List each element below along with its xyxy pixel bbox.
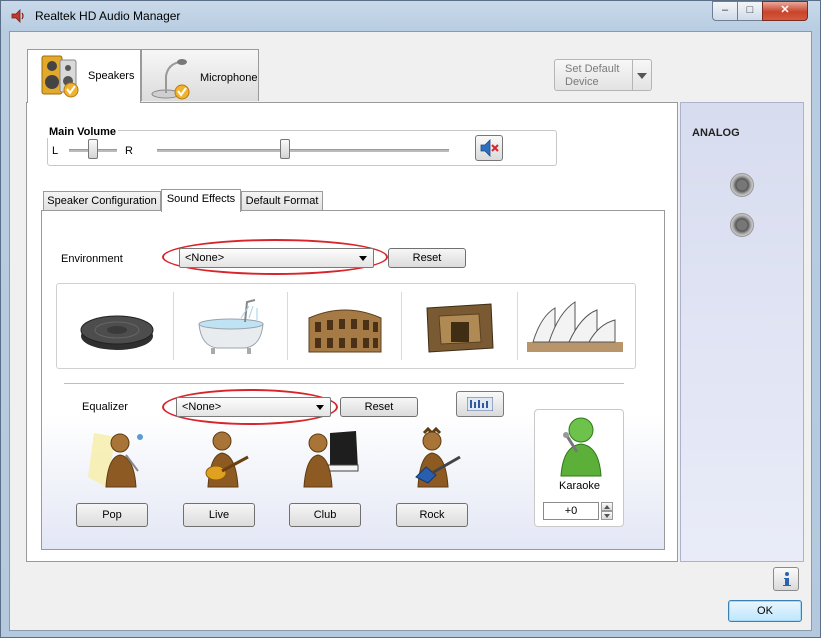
karaoke-decrement-button[interactable]: [601, 511, 613, 520]
environment-disc[interactable]: [61, 288, 173, 364]
chevron-down-icon: [637, 73, 647, 79]
close-button[interactable]: ✕: [762, 1, 808, 21]
disc-icon: [80, 315, 154, 350]
sound-effects-panel: Environment <None> Reset Equalizer <None…: [41, 210, 665, 550]
equalizer-select[interactable]: <None>: [176, 397, 331, 417]
live-button[interactable]: Live: [183, 503, 255, 527]
info-icon: [783, 572, 791, 586]
pop-button[interactable]: Pop: [76, 503, 148, 527]
live-guitarist-icon: [205, 431, 249, 488]
environment-label: Environment: [61, 253, 123, 265]
chevron-up-icon: [604, 505, 610, 509]
equalizer-label: Equalizer: [82, 401, 128, 413]
rock-button[interactable]: Rock: [396, 503, 468, 527]
analog-jack-1[interactable]: [730, 173, 754, 197]
club-button[interactable]: Club: [289, 503, 361, 527]
environment-opera-house[interactable]: [519, 288, 631, 364]
graphic-equalizer-button[interactable]: [456, 391, 504, 417]
preset-separator: [401, 292, 402, 360]
volume-slider-track[interactable]: [157, 149, 449, 152]
equalizer-icon: [467, 397, 493, 411]
main-volume-title: Main Volume: [47, 126, 119, 138]
balance-right-label: R: [125, 145, 133, 157]
preset-separator: [287, 292, 288, 360]
analog-jack-2[interactable]: [730, 213, 754, 237]
speaker-app-icon: [11, 9, 24, 23]
title-bar: Realtek HD Audio Manager ‒ □ ✕: [1, 1, 820, 31]
mute-button[interactable]: [475, 135, 503, 161]
live-preset-image[interactable]: [192, 427, 256, 491]
chevron-down-icon: [604, 514, 610, 518]
environment-stone-room[interactable]: [403, 288, 515, 364]
preset-separator: [517, 292, 518, 360]
karaoke-label: Karaoke: [559, 480, 600, 492]
minimize-button[interactable]: ‒: [712, 1, 738, 21]
karaoke-increment-button[interactable]: [601, 502, 613, 511]
window-title: Realtek HD Audio Manager: [35, 9, 181, 23]
set-default-device-button[interactable]: Set Default Device: [554, 59, 652, 91]
pop-singer-icon: [88, 433, 143, 488]
colosseum-icon: [308, 309, 382, 353]
environment-presets: [56, 283, 636, 369]
rock-preset-image[interactable]: [402, 426, 466, 491]
environment-colosseum[interactable]: [289, 288, 401, 364]
app-window: Realtek HD Audio Manager ‒ □ ✕ Speakers: [0, 0, 821, 638]
balance-slider-thumb[interactable]: [88, 139, 98, 159]
equalizer-reset-button[interactable]: Reset: [340, 397, 418, 417]
rock-guitarist-icon: [415, 426, 461, 488]
club-preset-image[interactable]: [296, 427, 360, 491]
environment-reset-button[interactable]: Reset: [388, 248, 466, 268]
microphone-icon: [151, 59, 190, 100]
karaoke-singer-icon: [560, 417, 602, 477]
section-divider: [64, 383, 624, 385]
chevron-down-icon: [359, 256, 367, 261]
chevron-down-icon: [316, 405, 324, 410]
speaker-icon: [41, 55, 79, 98]
analog-label: ANALOG: [692, 127, 740, 139]
environment-bathroom[interactable]: [175, 288, 287, 364]
tab-speaker-configuration[interactable]: Speaker Configuration: [43, 191, 161, 212]
karaoke-group: Karaoke +0: [534, 409, 624, 527]
opera-house-icon: [527, 301, 623, 352]
tab-microphone-label: Microphone: [200, 72, 258, 84]
analog-panel: ANALOG: [680, 102, 804, 562]
karaoke-value-input[interactable]: +0: [543, 502, 599, 520]
set-default-dropdown[interactable]: [632, 60, 651, 90]
info-button[interactable]: [773, 567, 799, 591]
stone-room-icon: [426, 303, 494, 353]
pop-preset-image[interactable]: [86, 427, 150, 491]
ok-button[interactable]: OK: [728, 600, 802, 622]
tab-sound-effects[interactable]: Sound Effects: [161, 189, 241, 212]
speaker-muted-icon: [480, 139, 499, 157]
maximize-button[interactable]: □: [737, 1, 763, 21]
preset-separator: [173, 292, 174, 360]
client-area: Speakers Microphone Main Volume L R Set …: [9, 31, 812, 631]
bathtub-icon: [198, 299, 264, 354]
tab-speakers[interactable]: Speakers: [27, 49, 141, 103]
club-pianist-icon: [303, 431, 359, 488]
set-default-label: Set Default Device: [565, 63, 620, 88]
environment-select[interactable]: <None>: [179, 248, 374, 268]
equalizer-select-value: <None>: [182, 401, 222, 413]
volume-slider-thumb[interactable]: [280, 139, 291, 159]
tab-speakers-label: Speakers: [88, 70, 135, 82]
tab-default-format[interactable]: Default Format: [241, 191, 323, 212]
tab-microphone[interactable]: Microphone: [141, 49, 259, 101]
balance-left-label: L: [52, 145, 59, 157]
environment-select-value: <None>: [185, 252, 225, 264]
